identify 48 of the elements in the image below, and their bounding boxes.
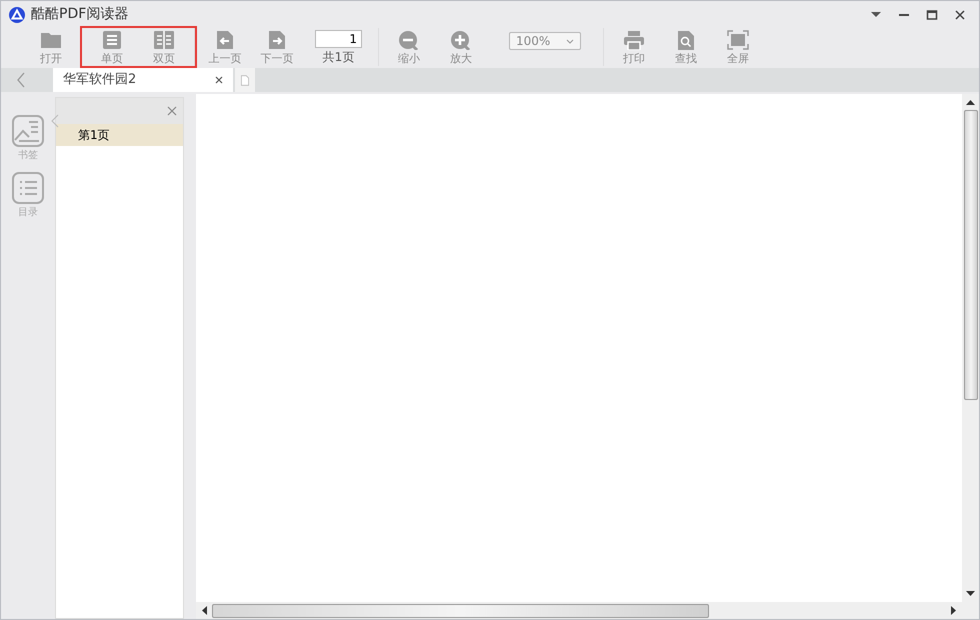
toolbar-button[interactable]: 查找 [662, 30, 710, 66]
zoom-dropdown[interactable]: 100% [509, 32, 581, 50]
zoom-in-icon [450, 30, 472, 50]
document-right-arrow-icon [266, 30, 288, 50]
toolbar-button[interactable]: 放大 [437, 30, 485, 66]
toolbar-button[interactable]: 缩小 [385, 30, 433, 66]
toolbar-button[interactable]: 下一页 [253, 30, 301, 66]
vertical-scrollbar[interactable] [962, 94, 979, 602]
scroll-down-arrow-icon [966, 591, 975, 597]
zoom-out-icon [398, 30, 420, 50]
toolbar-button[interactable]: 单页 [88, 30, 136, 66]
double-page-icon [153, 30, 175, 50]
horizontal-scrollbar[interactable] [196, 602, 979, 619]
page-count-label: 共1页 [322, 49, 354, 66]
chevron-left-icon [16, 72, 26, 88]
folder-icon [40, 30, 62, 50]
toolbar-button[interactable]: 双页 [140, 30, 188, 66]
app-logo-icon [9, 6, 25, 22]
close-icon[interactable] [167, 106, 177, 116]
close-tab-icon[interactable] [215, 76, 223, 84]
page-number-field[interactable]: 1 [315, 30, 362, 48]
scroll-right-arrow-icon [951, 606, 957, 615]
tab-title: 华军软件园2 [63, 71, 136, 90]
scroll-up-arrow-icon [966, 99, 975, 105]
bookmark-list-icon [11, 114, 45, 148]
toolbar-button[interactable]: 打印 [610, 30, 658, 66]
document-tab[interactable]: 华军软件园2 [53, 68, 233, 92]
scrollbar-thumb[interactable] [964, 110, 978, 400]
sidebar-item[interactable]: 目录 [11, 171, 45, 220]
page-list-item[interactable]: 第1页 [56, 124, 183, 146]
maximize-icon [926, 8, 938, 20]
window-title: 酷酷PDF阅读器 [31, 5, 128, 24]
scroll-left-arrow-icon [201, 606, 207, 615]
document-icon [241, 74, 249, 86]
toolbar-button[interactable]: 打开 [27, 30, 75, 66]
new-tab-button[interactable] [235, 68, 255, 92]
sidebar-item[interactable]: 书签 [11, 114, 45, 163]
toolbar-button[interactable]: 全屏 [714, 30, 762, 66]
caret-icon [566, 38, 574, 44]
scrollbar-thumb[interactable] [212, 604, 709, 618]
document-left-arrow-icon [214, 30, 236, 50]
close-icon [954, 8, 966, 20]
printer-icon [623, 30, 645, 50]
fullscreen-icon [727, 30, 749, 50]
toolbar-button[interactable]: 上一页 [201, 30, 249, 66]
list-icon [11, 171, 45, 205]
single-page-icon [101, 30, 123, 50]
document-search-icon [675, 30, 697, 50]
